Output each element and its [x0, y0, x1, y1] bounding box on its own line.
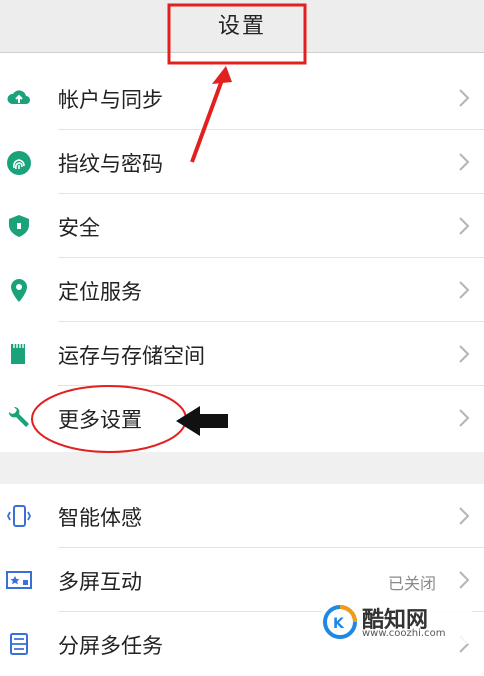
settings-item-label: 更多设置 [58, 408, 142, 432]
settings-item-label: 定位服务 [58, 280, 142, 304]
settings-item-fingerprint-password[interactable]: 指纹与密码 [0, 130, 484, 194]
section-divider [0, 452, 484, 484]
settings-list-primary: 帐户与同步 指纹与密码 安全 定位服务 运存与存储空间 更多设置 [0, 66, 484, 450]
settings-item-label: 帐户与同步 [58, 88, 163, 112]
sd-card-icon [6, 342, 32, 366]
settings-item-security[interactable]: 安全 [0, 194, 484, 258]
shield-icon [6, 214, 32, 238]
phone-motion-icon [6, 504, 32, 528]
settings-item-label: 多屏互动 [58, 570, 142, 594]
chevron-right-icon [458, 570, 470, 590]
settings-item-label: 运存与存储空间 [58, 344, 205, 368]
split-screen-icon [6, 632, 32, 656]
page-title: 设置 [217, 14, 266, 39]
settings-list-secondary: 智能体感 多屏互动 已关闭 分屏多任务 [0, 484, 484, 676]
settings-item-memory-storage[interactable]: 运存与存储空间 [0, 322, 484, 386]
chevron-right-icon [458, 408, 470, 428]
settings-item-more-settings[interactable]: 更多设置 [0, 386, 484, 450]
chevron-right-icon [458, 506, 470, 526]
settings-item-smart-motion[interactable]: 智能体感 [0, 484, 484, 548]
screen-cast-icon [6, 568, 32, 592]
fingerprint-icon [6, 150, 32, 175]
settings-item-account-sync[interactable]: 帐户与同步 [0, 66, 484, 130]
status-value: 已关闭 [387, 574, 436, 593]
chevron-right-icon [458, 88, 470, 108]
cloud-sync-icon [6, 86, 32, 110]
settings-item-label: 安全 [58, 216, 100, 240]
settings-item-label: 指纹与密码 [58, 152, 163, 176]
chevron-right-icon [458, 344, 470, 364]
settings-item-label: 智能体感 [58, 506, 142, 530]
watermark-url: www.coozhi.com [362, 628, 446, 639]
chevron-right-icon [458, 216, 470, 236]
chevron-right-icon [458, 280, 470, 300]
watermark: K 酷知网 www.coozhi.com [322, 600, 472, 644]
location-pin-icon [6, 278, 32, 302]
title-bar: 设置 [0, 0, 484, 53]
wrench-icon [6, 406, 32, 430]
logo-icon: K [322, 604, 358, 640]
settings-item-location[interactable]: 定位服务 [0, 258, 484, 322]
svg-text:K: K [333, 616, 345, 632]
chevron-right-icon [458, 152, 470, 172]
settings-item-label: 分屏多任务 [58, 634, 163, 658]
